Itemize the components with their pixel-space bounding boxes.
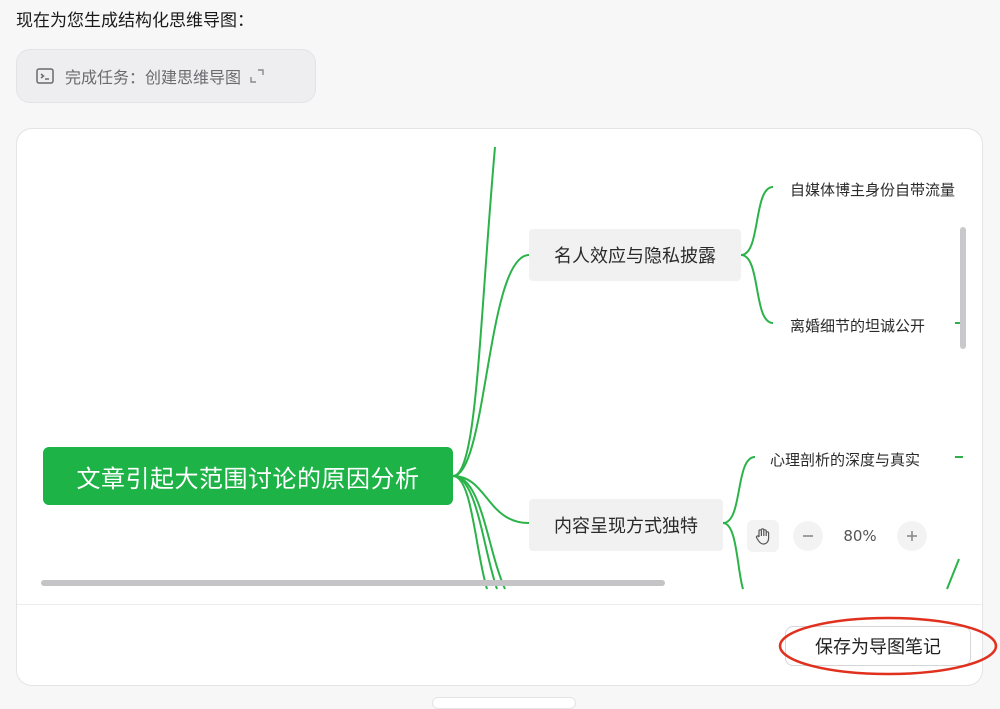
mindmap-leaf-node[interactable]: 心理剖析的深度与真实 (770, 449, 920, 470)
footer-divider (17, 604, 982, 605)
zoom-in-button[interactable] (897, 521, 927, 551)
task-chip[interactable]: 完成任务：创建思维导图 (16, 49, 316, 103)
expand-icon[interactable] (249, 68, 265, 84)
zoom-out-button[interactable] (793, 521, 823, 551)
vertical-scrollbar[interactable] (960, 227, 966, 349)
page-heading: 现在为您生成结构化思维导图： (16, 11, 254, 31)
mindmap-root-node[interactable]: 文章引起大范围讨论的原因分析 (43, 447, 453, 505)
mindmap-branch-node[interactable]: 内容呈现方式独特 (529, 499, 723, 551)
mindmap-branch-node[interactable]: 名人效应与隐私披露 (529, 229, 741, 281)
minus-icon (803, 535, 813, 537)
bottom-partial-element (432, 697, 576, 709)
pan-tool-button[interactable] (747, 520, 779, 552)
plus-icon (907, 531, 917, 541)
zoom-controls: 80% (747, 517, 927, 555)
mindmap-canvas[interactable]: 文章引起大范围讨论的原因分析 名人效应与隐私披露 内容呈现方式独特 自媒体博主身… (17, 129, 982, 604)
hand-icon (755, 528, 770, 545)
horizontal-scrollbar[interactable] (41, 580, 665, 586)
mindmap-leaf-node[interactable]: 离婚细节的坦诚公开 (790, 315, 925, 336)
save-as-mindmap-note-button[interactable]: 保存为导图笔记 (785, 626, 971, 666)
mindmap-card: 文章引起大范围讨论的原因分析 名人效应与隐私披露 内容呈现方式独特 自媒体博主身… (16, 128, 983, 686)
task-chip-label: 完成任务：创建思维导图 (65, 68, 242, 87)
mindmap-leaf-node[interactable]: 自媒体博主身份自带流量 (790, 179, 955, 200)
terminal-icon (36, 68, 54, 84)
zoom-level: 80% (843, 527, 877, 545)
